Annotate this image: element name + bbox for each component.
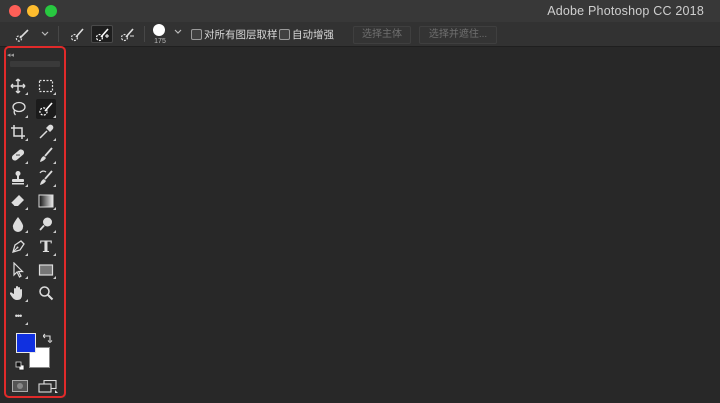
options-bar: 175 对所有图层取样 自动增强 选择主体 选择并遮住... (0, 22, 720, 47)
quick-selection-icon (15, 29, 49, 42)
sample-all-layers-checkbox[interactable] (191, 29, 202, 40)
title-bar: Adobe Photoshop CC 2018 (0, 0, 720, 23)
quick-selection-icon (70, 28, 84, 42)
foreground-color-swatch[interactable] (16, 333, 36, 353)
sample-all-layers-label: 对所有图层取样 (204, 29, 278, 41)
window-title: Adobe Photoshop CC 2018 (547, 4, 704, 18)
select-subject-button[interactable]: 选择主体 (353, 26, 411, 44)
close-window-button[interactable] (9, 5, 21, 17)
brush-picker[interactable] (151, 24, 167, 38)
add-to-selection-mode[interactable] (91, 25, 113, 43)
workspace-canvas[interactable] (70, 47, 720, 403)
separator (58, 26, 59, 42)
subtract-from-selection-mode[interactable] (116, 25, 138, 43)
zoom-window-button[interactable] (45, 5, 57, 17)
tool-preset-picker[interactable] (14, 25, 50, 43)
photoshop-window: Adobe Photoshop CC 2018 175 对所有图层取样 自动增强… (0, 0, 720, 403)
brush-size-value: 175 (154, 38, 166, 45)
minimize-window-button[interactable] (27, 5, 39, 17)
new-selection-mode[interactable] (66, 25, 88, 43)
auto-enhance-checkbox[interactable] (279, 29, 290, 40)
select-and-mask-button[interactable]: 选择并遮住... (419, 26, 497, 44)
brush-tip-icon (153, 24, 165, 36)
quick-selection-add-icon (95, 28, 109, 42)
auto-enhance-label: 自动增强 (292, 29, 334, 41)
chevron-down-icon[interactable] (174, 29, 182, 35)
quick-selection-subtract-icon (120, 28, 134, 42)
separator (144, 26, 145, 42)
